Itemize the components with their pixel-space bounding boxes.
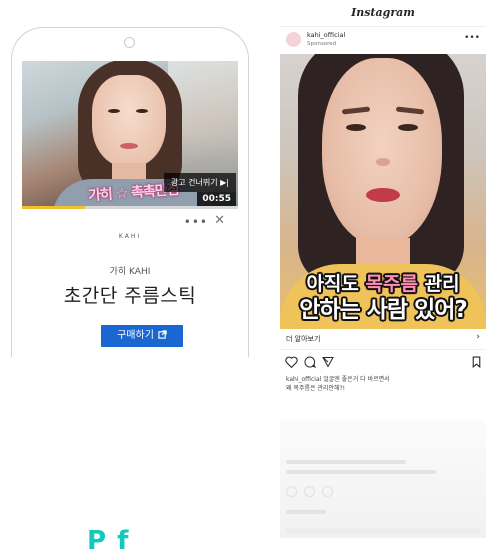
share-icon[interactable]: [322, 356, 334, 368]
bottom-partial-label: P f: [87, 526, 130, 556]
photo-person-nose: [376, 158, 390, 166]
photo-person-lips: [366, 188, 400, 202]
video-player[interactable]: 가히 ☆ 촉촉만점 광고 건너뛰기 ▶| 00:55: [22, 61, 238, 209]
heart-icon[interactable]: [285, 356, 298, 368]
faded-image-strip: [286, 528, 480, 534]
post-actions: [280, 352, 486, 374]
ad-title: 초간단 주름스틱: [63, 285, 197, 307]
faded-share-icon: [322, 486, 333, 497]
comment-icon[interactable]: [304, 356, 316, 368]
ad-info-panel: ••• ✕ KAHI 가히 KAHI 초간단 주름스틱 구매하기: [22, 209, 238, 357]
post-caption: kahi_official 얼굴엔 좋은거 다 바르면서 왜 목주름은 관리안해…: [286, 375, 482, 393]
instagram-logo: Instagram: [351, 6, 415, 19]
bookmark-icon[interactable]: [472, 356, 481, 368]
more-options-icon[interactable]: •••: [184, 215, 208, 229]
photo-person-face: [322, 58, 442, 246]
photo-caption-line2: 안하는 사람 있어?: [299, 297, 467, 323]
video-person-lips: [120, 143, 138, 149]
buy-button-label: 구매하기: [117, 330, 154, 341]
faded-text-line: [286, 460, 406, 464]
avatar[interactable]: [286, 32, 301, 47]
camera-icon: [124, 37, 135, 48]
faded-comment-icon: [304, 486, 315, 497]
chevron-right-icon: ›: [476, 332, 480, 342]
post-caption-line2: 왜 목주름은 관리안해?!: [286, 385, 346, 392]
instagram-post: Instagram kahi_official Sponsored ••• 아직…: [280, 0, 486, 538]
phone-mockup: 가히 ☆ 촉촉만점 광고 건너뛰기 ▶| 00:55 ••• ✕ KAHI 가히…: [11, 27, 249, 357]
close-icon[interactable]: ✕: [214, 213, 225, 228]
post-caption-line1: kahi_official 얼굴엔 좋은거 다 바르면서: [286, 376, 390, 383]
faded-text-line: [286, 510, 326, 514]
video-person-face: [92, 75, 166, 167]
photo-person-eye: [398, 124, 418, 131]
more-options-icon[interactable]: •••: [464, 33, 480, 43]
brand-logo: KAHI: [118, 233, 142, 240]
video-person-eye: [108, 109, 120, 113]
video-person-eye: [136, 109, 148, 113]
faded-text-line: [286, 470, 436, 474]
video-duration: 00:55: [197, 192, 236, 206]
post-username[interactable]: kahi_official: [307, 31, 345, 39]
instagram-topbar: Instagram: [280, 0, 486, 27]
learn-more-bar[interactable]: 더 알아보기 ›: [280, 329, 486, 350]
photo-person-eye: [346, 124, 366, 131]
post-header: kahi_official Sponsored •••: [280, 27, 486, 53]
sponsored-label: Sponsored: [307, 41, 337, 47]
faded-next-post: [280, 420, 486, 538]
skip-ad-button[interactable]: 광고 건너뛰기 ▶|: [163, 173, 236, 192]
brand-name: 가히 KAHI: [109, 267, 151, 277]
buy-button[interactable]: 구매하기: [101, 325, 183, 347]
post-image[interactable]: 아직도 목주름 관리 안하는 사람 있어?: [280, 54, 486, 329]
external-link-icon: [158, 325, 167, 347]
faded-heart-icon: [286, 486, 297, 497]
learn-more-label: 더 알아보기: [286, 335, 321, 343]
